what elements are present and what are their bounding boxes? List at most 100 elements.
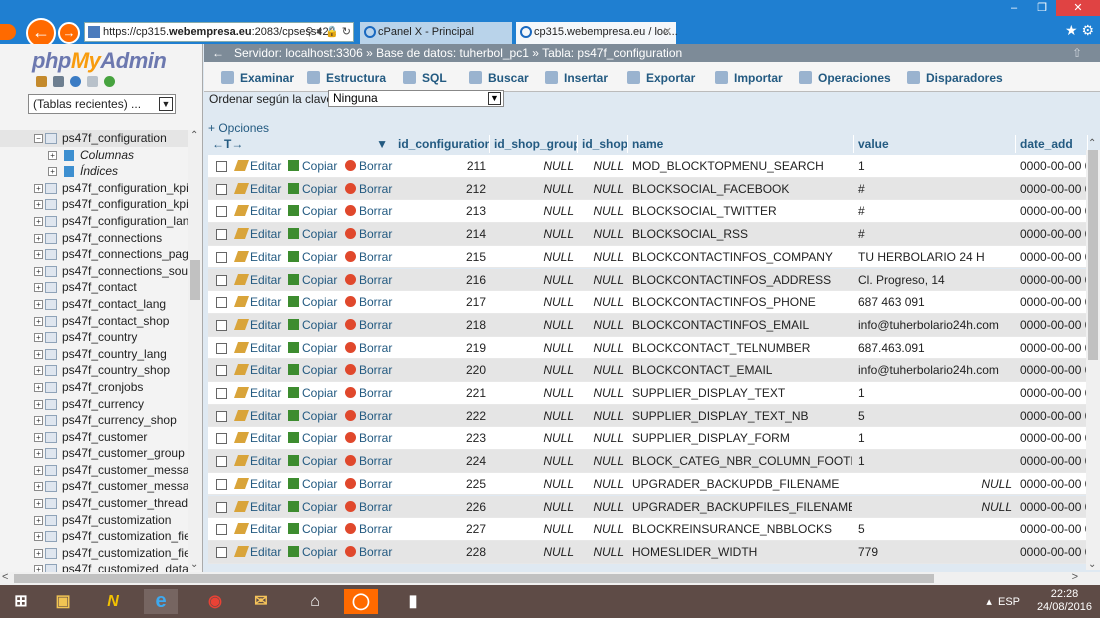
copy-link[interactable]: Copiar <box>288 382 337 404</box>
tree-item-table[interactable]: + ps47f_currency_shop <box>0 412 202 429</box>
docs-icon[interactable] <box>87 76 98 87</box>
cell-value[interactable]: # <box>858 223 1012 245</box>
cell-date-add[interactable]: 0000-00-00 0 <box>1020 518 1092 540</box>
delete-link[interactable]: Borrar <box>345 518 392 540</box>
tree-item-table[interactable]: + ps47f_customer_group <box>0 445 202 462</box>
delete-link[interactable]: Borrar <box>345 473 392 495</box>
tray-clock[interactable]: 22:28 24/08/2016 <box>1037 588 1092 614</box>
cell-id-configuration[interactable]: 224 <box>394 450 486 472</box>
column-nav-arrows[interactable]: ←T→ <box>212 137 243 151</box>
close-window-button[interactable]: ✕ <box>1056 0 1100 16</box>
tree-item-table[interactable]: + ps47f_country_shop <box>0 362 202 379</box>
scroll-right-icon[interactable]: > <box>1072 571 1078 583</box>
edit-link[interactable]: Editar <box>233 223 281 245</box>
edit-link[interactable]: Editar <box>233 382 281 404</box>
cell-id-shop[interactable]: NULL <box>578 405 624 427</box>
cell-id-shop-group[interactable]: NULL <box>490 405 574 427</box>
cell-name[interactable]: SUPPLIER_DISPLAY_TEXT <box>632 382 852 404</box>
cell-name[interactable]: BLOCKSOCIAL_RSS <box>632 223 852 245</box>
cell-id-shop-group[interactable]: NULL <box>490 473 574 495</box>
cell-id-shop-group[interactable]: NULL <box>490 382 574 404</box>
edit-link[interactable]: Editar <box>233 518 281 540</box>
tab-examinar[interactable]: Examinar <box>218 67 294 89</box>
cell-name[interactable]: BLOCKCONTACTINFOS_EMAIL <box>632 314 852 336</box>
minimize-button[interactable]: – <box>1000 0 1028 16</box>
delete-link[interactable]: Borrar <box>345 269 392 291</box>
close-tab-icon[interactable]: ✕ <box>663 22 672 42</box>
copy-link[interactable]: Copiar <box>288 223 337 245</box>
expand-icon[interactable]: + <box>34 449 43 459</box>
tree-item-table[interactable]: + ps47f_customization_field <box>0 545 202 562</box>
cell-date-add[interactable]: 0000-00-00 0 <box>1020 291 1092 313</box>
tree-item-table[interactable]: + ps47f_customization_field <box>0 528 202 545</box>
cell-date-add[interactable]: 0000-00-00 0 <box>1020 223 1092 245</box>
cell-id-shop[interactable]: NULL <box>578 541 624 563</box>
expand-icon[interactable]: + <box>34 548 43 558</box>
row-checkbox[interactable] <box>216 342 227 354</box>
cell-id-configuration[interactable]: 219 <box>394 337 486 359</box>
expand-icon[interactable]: + <box>34 266 43 276</box>
cell-id-shop[interactable]: NULL <box>578 223 624 245</box>
cell-date-add[interactable]: 0000-00-00 0 <box>1020 541 1092 563</box>
cell-id-shop[interactable]: NULL <box>578 496 624 518</box>
cell-name[interactable]: BLOCKCONTACTINFOS_ADDRESS <box>632 269 852 291</box>
cell-name[interactable]: BLOCKREINSURANCE_NBBLOCKS <box>632 518 852 540</box>
expand-icon[interactable]: + <box>34 233 43 243</box>
cell-date-add[interactable]: 0000-00-00 0 <box>1020 359 1092 381</box>
cell-id-configuration[interactable]: 214 <box>394 223 486 245</box>
cell-name[interactable]: HOMESLIDER_WIDTH <box>632 541 852 563</box>
expand-icon[interactable]: + <box>34 250 43 260</box>
cell-name[interactable]: BLOCKSOCIAL_FACEBOOK <box>632 178 852 200</box>
cell-id-shop-group[interactable]: NULL <box>490 450 574 472</box>
copy-link[interactable]: Copiar <box>288 155 337 177</box>
cell-value[interactable]: NULL <box>858 496 1012 518</box>
expand-icon[interactable]: + <box>48 150 57 160</box>
recent-tables-select[interactable]: (Tablas recientes) ... ▼ <box>28 94 176 114</box>
logout-icon[interactable] <box>53 76 64 87</box>
column-nav-header[interactable]: ←T→ ▼ <box>208 135 394 153</box>
tree-item-table[interactable]: + ps47f_configuration_lang <box>0 213 202 230</box>
cell-id-shop-group[interactable]: NULL <box>490 427 574 449</box>
expand-icon[interactable]: + <box>34 316 43 326</box>
cell-name[interactable]: UPGRADER_BACKUPDB_FILENAME <box>632 473 852 495</box>
row-checkbox[interactable] <box>216 501 227 513</box>
scroll-up-icon[interactable]: ⌃ <box>190 130 198 141</box>
tab-cpanel[interactable]: cPanel X - Principal <box>360 22 512 44</box>
edit-link[interactable]: Editar <box>233 450 281 472</box>
copy-link[interactable]: Copiar <box>288 450 337 472</box>
main-vertical-scrollbar[interactable]: ⌃ ⌄ <box>1086 138 1100 570</box>
edit-link[interactable]: Editar <box>233 427 281 449</box>
tree-item-table[interactable]: + ps47f_currency <box>0 396 202 413</box>
row-checkbox[interactable] <box>216 433 227 445</box>
copy-link[interactable]: Copiar <box>288 269 337 291</box>
delete-link[interactable]: Borrar <box>345 155 392 177</box>
tree-item-table[interactable]: + ps47f_connections_sourc <box>0 263 202 280</box>
cell-id-shop-group[interactable]: NULL <box>490 269 574 291</box>
cell-id-shop[interactable]: NULL <box>578 382 624 404</box>
address-bar[interactable]: https://cp315.webempresa.eu:2083/cpsess4… <box>84 22 354 42</box>
cell-id-shop-group[interactable]: NULL <box>490 337 574 359</box>
copy-link[interactable]: Copiar <box>288 178 337 200</box>
row-checkbox[interactable] <box>216 206 227 218</box>
edit-link[interactable]: Editar <box>233 200 281 222</box>
cell-name[interactable]: BLOCKCONTACT_TELNUMBER <box>632 337 852 359</box>
scroll-up-icon[interactable]: ⌃ <box>1088 138 1096 149</box>
tree-item-table[interactable]: + ps47f_contact_shop <box>0 313 202 330</box>
options-link[interactable]: + Opciones <box>208 121 269 135</box>
cell-id-shop-group[interactable]: NULL <box>490 518 574 540</box>
tab-disparadores[interactable]: Disparadores <box>904 67 1003 89</box>
tree-subitem[interactable]: + Columnas <box>0 147 202 164</box>
header-id-shop-group[interactable]: id_shop_group <box>490 135 578 153</box>
cell-id-shop[interactable]: NULL <box>578 155 624 177</box>
copy-link[interactable]: Copiar <box>288 518 337 540</box>
scroll-thumb[interactable] <box>190 260 200 300</box>
tree-item-table[interactable]: + ps47f_connections_page <box>0 246 202 263</box>
expand-icon[interactable]: + <box>34 366 43 376</box>
edit-link[interactable]: Editar <box>233 246 281 268</box>
horizontal-scrollbar[interactable]: < > <box>0 571 1100 585</box>
copy-link[interactable]: Copiar <box>288 541 337 563</box>
tab-sql[interactable]: SQL <box>400 67 447 89</box>
scroll-down-icon[interactable]: ⌄ <box>1088 559 1096 570</box>
scroll-down-icon[interactable]: ⌄ <box>190 559 198 570</box>
copy-link[interactable]: Copiar <box>288 427 337 449</box>
